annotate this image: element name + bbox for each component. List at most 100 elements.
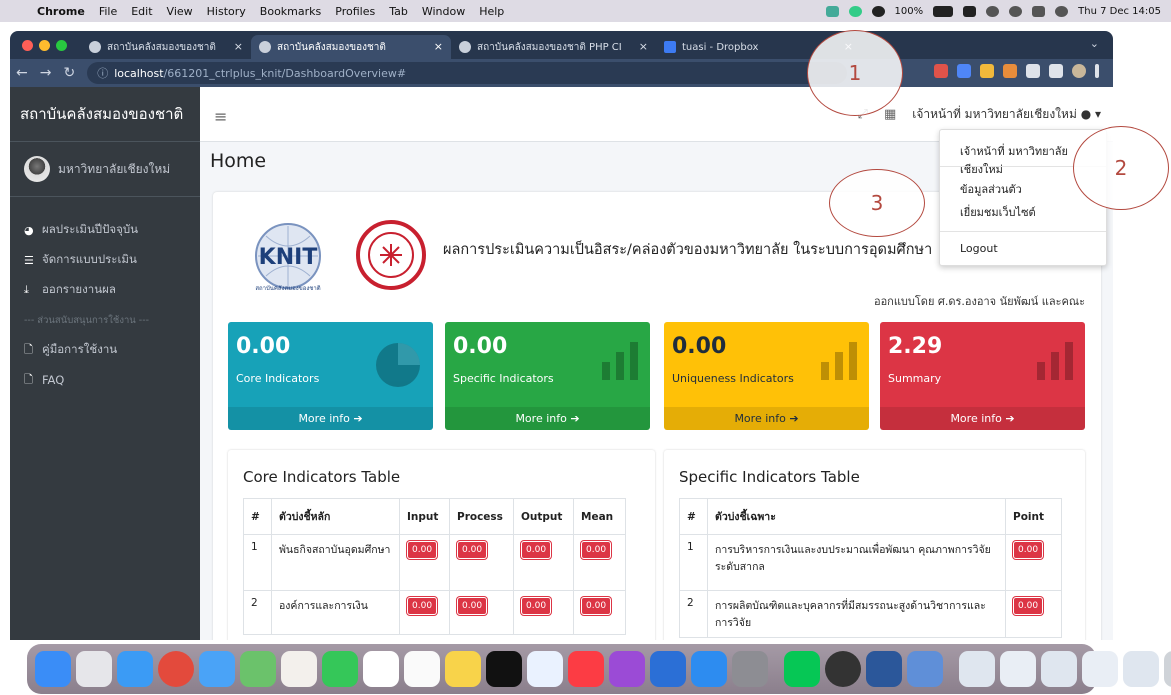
finder-icon[interactable] (35, 651, 71, 687)
search-icon[interactable] (1009, 5, 1023, 17)
app-icon[interactable] (825, 651, 861, 687)
menu-profiles[interactable]: Profiles (328, 5, 382, 18)
recent-document-icon[interactable] (959, 651, 995, 687)
cell-output: 0.00 (513, 534, 574, 591)
tab-close-icon[interactable]: × (434, 40, 443, 53)
preview-icon[interactable] (907, 651, 943, 687)
siri-icon[interactable] (1055, 5, 1069, 17)
hamburger-icon[interactable]: ≡ (214, 107, 227, 126)
bar-chart-icon (602, 342, 638, 380)
recent-document-icon[interactable] (1082, 651, 1118, 687)
extension-icon[interactable] (1003, 64, 1017, 78)
browser-tab[interactable]: สถาบันคลังสมองของชาติ PHP CI × (451, 35, 656, 59)
more-info-link[interactable]: More info ➔ (880, 407, 1085, 430)
menu-tab[interactable]: Tab (382, 5, 415, 18)
account-menu-toggle[interactable]: เจ้าหน้าที่ มหาวิทยาลัยเชียงใหม่ ● ▾ (912, 105, 1101, 124)
dashboard-heading: ผลการประเมินความเป็นอิสระ/คล่องตัวของมหา… (443, 242, 933, 258)
user-panel[interactable]: มหาวิทยาลัยเชียงใหม่ (10, 142, 200, 197)
status-app-icon[interactable] (825, 5, 839, 17)
podcasts-icon[interactable] (609, 651, 645, 687)
box-label: Core Indicators (236, 372, 320, 385)
university-seal-logo (356, 220, 426, 290)
menu-edit[interactable]: Edit (124, 5, 159, 18)
sidebar-item-report[interactable]: ⤓ ออกรายงานผล (10, 275, 200, 305)
extension-icon[interactable] (934, 64, 948, 78)
facetime-icon[interactable] (322, 651, 358, 687)
battery-icon[interactable] (933, 5, 954, 17)
menu-app-chrome[interactable]: Chrome (30, 5, 92, 18)
close-window-button[interactable] (22, 39, 33, 51)
more-info-link[interactable]: More info ➔ (228, 407, 433, 430)
info-icon[interactable]: ⓘ (97, 65, 108, 81)
tab-close-icon[interactable]: × (639, 40, 648, 53)
tab-close-icon[interactable]: × (234, 40, 243, 53)
grid-icon[interactable]: ▦ (884, 107, 896, 122)
menu-help[interactable]: Help (472, 5, 511, 18)
logo-subtext: สถาบันคลังสมองของชาติ (255, 285, 320, 292)
account-label: เจ้าหน้าที่ มหาวิทยาลัยเชียงใหม่ (912, 107, 1077, 121)
list-icon: ☰ (24, 253, 34, 267)
sidebar-item-manage-forms[interactable]: ☰ จัดการแบบประเมิน (10, 245, 200, 275)
dropdown-item-logout[interactable]: Logout (960, 242, 998, 255)
music-icon[interactable] (568, 651, 604, 687)
menu-bookmarks[interactable]: Bookmarks (253, 5, 328, 18)
safari-icon[interactable] (117, 651, 153, 687)
zoom-window-button[interactable] (56, 39, 67, 51)
maps-icon[interactable] (240, 651, 276, 687)
extensions-puzzle-icon[interactable] (1026, 64, 1040, 78)
menu-view[interactable]: View (160, 5, 200, 18)
word-icon[interactable] (866, 651, 902, 687)
reload-icon[interactable]: ↻ (57, 65, 81, 81)
minimize-window-button[interactable] (39, 39, 50, 51)
status-chat-icon[interactable] (848, 5, 862, 17)
more-info-link[interactable]: More info ➔ (445, 407, 650, 430)
calendar-icon[interactable] (363, 651, 399, 687)
system-settings-icon[interactable] (732, 651, 768, 687)
recent-document-icon[interactable] (1000, 651, 1036, 687)
more-info-link[interactable]: More info ➔ (664, 407, 869, 430)
callout-1: 1 (807, 30, 903, 116)
sidepanel-icon[interactable] (1049, 64, 1063, 78)
forward-icon[interactable]: → (34, 65, 58, 81)
clock[interactable]: Thu 7 Dec 14:05 (1078, 6, 1161, 17)
url-path: /661201_ctrlplus_knit/DashboardOverview# (163, 66, 407, 80)
back-icon[interactable]: ← (10, 65, 34, 81)
app-store-icon[interactable] (691, 651, 727, 687)
dropdown-item-visit-site[interactable]: เยี่ยมชมเว็บไซต์ (960, 203, 1036, 221)
sidebar-item-current-results[interactable]: ◕ ผลประเมินปีปัจจุบัน (10, 215, 200, 245)
menu-history[interactable]: History (200, 5, 253, 18)
link-icon[interactable] (986, 5, 1000, 17)
menu-window[interactable]: Window (415, 5, 472, 18)
sidebar-item-manual[interactable]: 🗋 คู่มือการใช้งาน (10, 335, 200, 365)
photos-icon[interactable] (281, 651, 317, 687)
brand-link[interactable]: สถาบันคลังสมองของชาติ (10, 87, 200, 142)
freeform-icon[interactable] (527, 651, 563, 687)
notes-icon[interactable] (445, 651, 481, 687)
mail-icon[interactable] (199, 651, 235, 687)
recent-document-icon[interactable] (1123, 651, 1159, 687)
profile-avatar-icon[interactable] (1072, 64, 1086, 78)
trash-icon[interactable] (1164, 651, 1171, 687)
reminders-icon[interactable] (404, 651, 440, 687)
tab-search-chevron-icon[interactable]: ⌄ (1090, 37, 1099, 50)
address-bar[interactable]: ⓘ localhost/661201_ctrlplus_knit/Dashboa… (87, 62, 848, 84)
browser-tab-active[interactable]: สถาบันคลังสมองของชาติ × (251, 35, 451, 59)
keynote-icon[interactable] (650, 651, 686, 687)
recent-document-icon[interactable] (1041, 651, 1077, 687)
status-record-icon[interactable] (871, 5, 885, 17)
extension-icon[interactable] (957, 64, 971, 78)
line-icon[interactable] (784, 651, 820, 687)
launchpad-icon[interactable] (76, 651, 112, 687)
chrome-icon[interactable] (158, 651, 194, 687)
control-center-icon[interactable] (1032, 5, 1046, 17)
extension-icon[interactable] (980, 64, 994, 78)
chart-pie-icon: ◕ (24, 223, 34, 237)
browser-tab[interactable]: สถาบันคลังสมองของชาติ × (81, 35, 251, 59)
tv-icon[interactable] (486, 651, 522, 687)
menu-file[interactable]: File (92, 5, 124, 18)
chrome-menu-icon[interactable] (1095, 64, 1099, 78)
keyboard-icon[interactable] (963, 5, 977, 17)
uniqueness-indicators-box: 0.00 Uniqueness Indicators More info ➔ (664, 322, 869, 430)
dropdown-item-profile[interactable]: ข้อมูลส่วนตัว (960, 180, 1022, 198)
sidebar-item-faq[interactable]: 🗋 FAQ (10, 365, 200, 395)
